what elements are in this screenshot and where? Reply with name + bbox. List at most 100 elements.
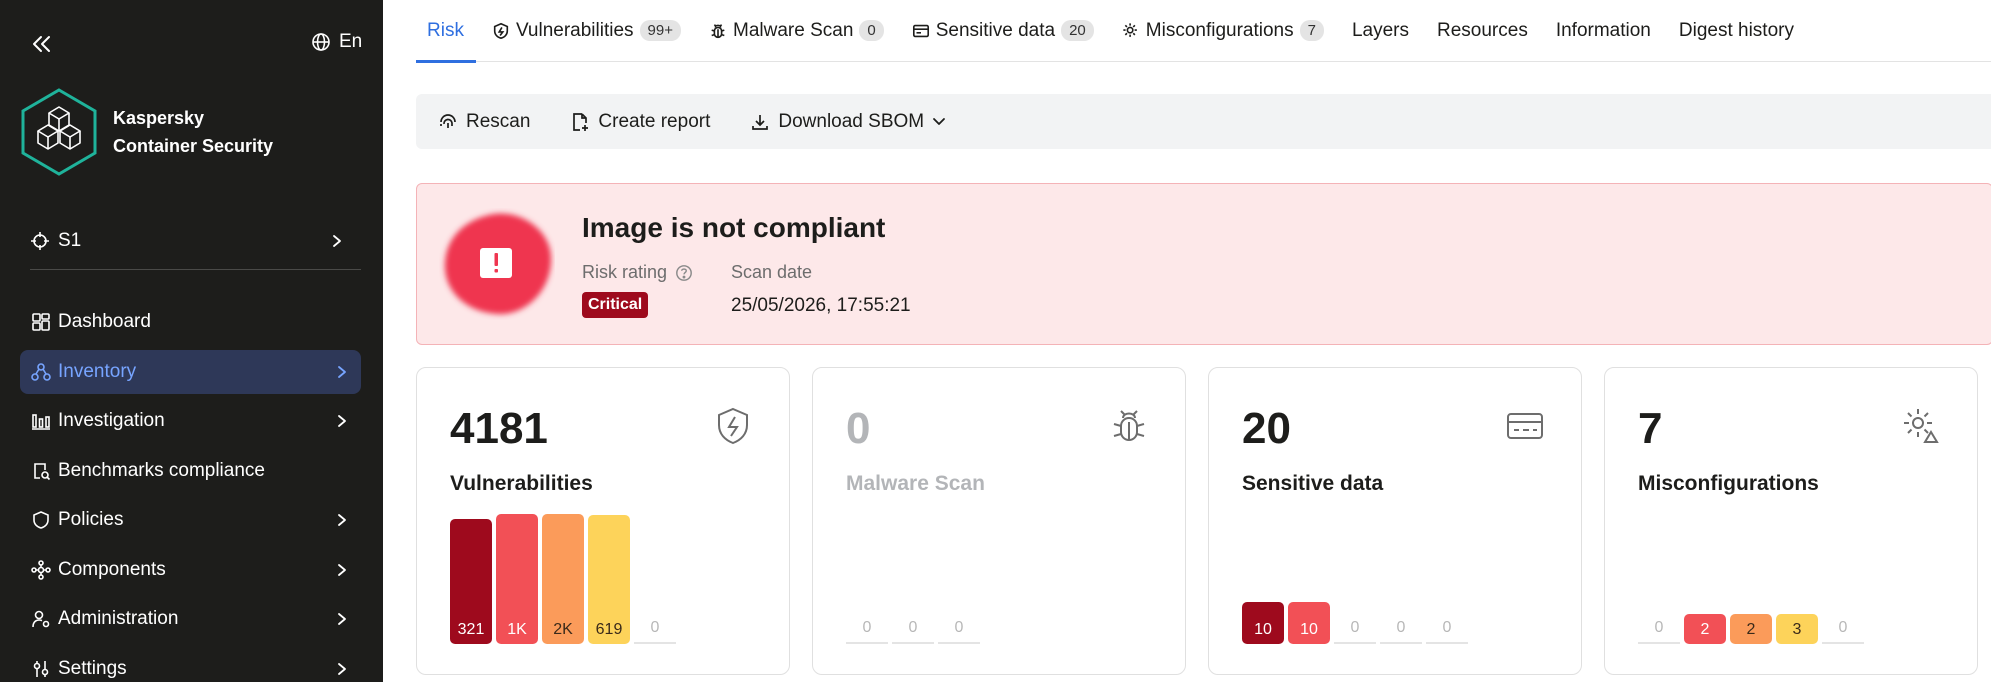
bar-zero: 0: [1334, 619, 1376, 644]
severity-bars: 0 2 2 3 0: [1638, 504, 1864, 644]
sidebar-item-settings[interactable]: Settings: [20, 647, 361, 682]
bar-low: 3: [1776, 614, 1818, 644]
user-gear-icon: [30, 608, 52, 630]
sidebar-item-dashboard[interactable]: Dashboard: [20, 300, 361, 344]
double-chevron-left-icon: [33, 36, 50, 52]
card-icon: [1507, 413, 1543, 439]
chevron-right-icon: [333, 235, 341, 247]
tab-resources[interactable]: Resources: [1425, 0, 1540, 62]
language-switcher[interactable]: En: [311, 31, 362, 53]
bar-value: 0: [1838, 619, 1848, 636]
rescan-button[interactable]: Rescan: [438, 111, 530, 133]
brand-line-2: Container Security: [113, 136, 274, 156]
count-badge: 0: [859, 20, 884, 41]
compliance-alert: Image is not compliant Risk rating Criti…: [416, 183, 1991, 345]
shield-icon: [30, 509, 52, 531]
sidebar-item-label: Settings: [58, 657, 127, 679]
chevron-right-icon: [338, 514, 346, 526]
tab-vulnerabilities[interactable]: Vulnerabilities 99+: [480, 0, 693, 62]
tab-label: Information: [1555, 19, 1651, 41]
bar-value: 3: [1792, 621, 1802, 638]
tab-misconfigurations[interactable]: Misconfigurations 7: [1110, 0, 1336, 62]
bar-high: 2: [1684, 614, 1726, 644]
tab-layers[interactable]: Layers: [1340, 0, 1421, 62]
misconfigurations-card[interactable]: 7 Misconfigurations 0 2 2 3 0: [1604, 367, 1978, 675]
bar-value: 0: [1654, 619, 1664, 636]
severity-bars: 321 1K 2K 619 0: [450, 504, 676, 644]
vulnerabilities-card[interactable]: 4181 Vulnerabilities 321 1K 2K 619 0: [416, 367, 790, 675]
help-icon[interactable]: [675, 264, 693, 282]
tab-information[interactable]: Information: [1544, 0, 1663, 62]
bar-value: 0: [1442, 619, 1452, 636]
malware-label: Malware Scan: [846, 472, 985, 495]
sidebar-item-benchmarks[interactable]: Benchmarks compliance: [20, 449, 361, 493]
bar-medium: 2: [1730, 614, 1772, 644]
tab-label: Vulnerabilities: [515, 19, 634, 41]
chevron-right-icon: [338, 613, 346, 625]
scan-date-value: 25/05/2026, 17:55:21: [731, 295, 911, 316]
crosshair-icon: [31, 232, 49, 250]
bar-value: 1K: [507, 621, 527, 638]
project-selector[interactable]: S1: [30, 226, 350, 256]
count-badge: 20: [1061, 20, 1094, 41]
create-report-label: Create report: [598, 110, 711, 132]
severity-bars: 10 10 0 0 0: [1242, 504, 1468, 644]
create-report-button[interactable]: Create report: [570, 111, 710, 133]
bar-critical: 10: [1242, 602, 1284, 644]
sensitive-data-card[interactable]: 20 Sensitive data 10 10 0 0 0: [1208, 367, 1582, 675]
sensitive-data-label: Sensitive data: [1242, 472, 1384, 495]
misconfigurations-count: 7: [1638, 404, 1663, 453]
collapse-sidebar-button[interactable]: [28, 30, 56, 58]
language-label: En: [339, 31, 363, 52]
severity-bars: 0 0 0: [846, 504, 980, 644]
sidebar-item-label: Inventory: [58, 360, 137, 382]
bar-zero: 0: [1380, 619, 1422, 644]
tab-label: Layers: [1351, 19, 1409, 41]
bar-high: 1K: [496, 514, 538, 644]
misconfigurations-label: Misconfigurations: [1638, 472, 1819, 495]
tab-digest-history[interactable]: Digest history: [1667, 0, 1806, 62]
bar-zero: 0: [938, 619, 980, 644]
sidebar: En Kaspersky Container Security S1 Dashb…: [0, 0, 383, 682]
tab-bar: Risk Vulnerabilities 99+ Malware Scan 0 …: [416, 0, 1991, 63]
count-badge: 99+: [639, 20, 681, 41]
vulnerabilities-count: 4181: [450, 404, 548, 453]
sidebar-item-policies[interactable]: Policies: [20, 498, 361, 542]
bar-zero: 0: [1638, 619, 1680, 644]
sliders-icon: [30, 658, 52, 680]
sidebar-item-label: Components: [58, 558, 166, 580]
malware-scan-card[interactable]: 0 Malware Scan 0 0 0: [812, 367, 1186, 675]
kaspersky-logo: [21, 88, 97, 176]
sidebar-nav: Dashboard Inventory Investigation Benchm…: [20, 300, 361, 682]
bug-icon: [711, 23, 725, 38]
bar-chart-icon: [30, 410, 52, 432]
tab-malware-scan[interactable]: Malware Scan 0: [697, 0, 896, 62]
bar-zero: 0: [1822, 619, 1864, 644]
tab-label: Malware Scan: [733, 19, 854, 41]
download-sbom-button[interactable]: Download SBOM: [750, 111, 946, 133]
error-icon: [444, 213, 552, 315]
sidebar-item-administration[interactable]: Administration: [20, 597, 361, 641]
bar-value: 619: [595, 621, 623, 638]
sidebar-item-investigation[interactable]: Investigation: [20, 399, 361, 443]
bar-value: 10: [1254, 621, 1272, 638]
sidebar-item-inventory[interactable]: Inventory: [20, 349, 361, 394]
bar-value: 2K: [553, 621, 573, 638]
tab-label: Sensitive data: [935, 19, 1056, 41]
tab-risk[interactable]: Risk: [416, 0, 476, 63]
bar-value: 0: [650, 619, 660, 636]
card-icon: [912, 24, 929, 37]
document-search-icon: [30, 460, 52, 482]
sidebar-item-components[interactable]: Components: [20, 548, 361, 592]
shield-icon: [493, 22, 509, 39]
components-icon: [30, 559, 52, 581]
bar-zero: 0: [1426, 619, 1468, 644]
alert-title: Image is not compliant: [582, 212, 886, 243]
sidebar-item-label: Policies: [58, 509, 124, 530]
tab-label: Risk: [427, 19, 464, 41]
tab-sensitive-data[interactable]: Sensitive data 20: [900, 0, 1106, 62]
project-name: S1: [58, 230, 82, 251]
tab-label: Misconfigurations: [1145, 19, 1294, 41]
vulnerabilities-label: Vulnerabilities: [450, 472, 593, 495]
bar-high: 10: [1288, 602, 1330, 644]
